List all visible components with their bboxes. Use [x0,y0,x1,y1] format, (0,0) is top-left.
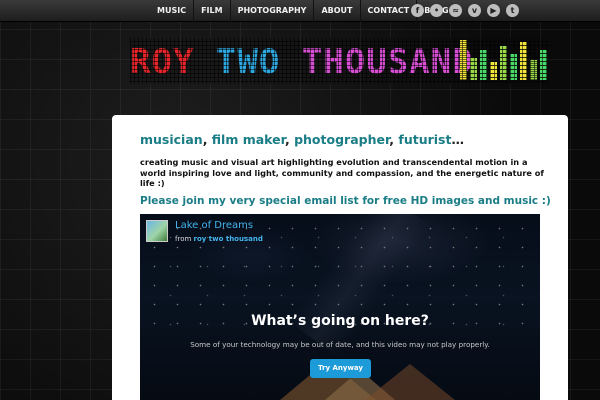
main-content: musician, film maker, photographer, futu… [112,115,568,400]
twitter-icon[interactable]: t [506,4,519,17]
video-author-avatar[interactable] [146,220,168,242]
video-player[interactable]: Lake of Dreams from roy two thousand Wha… [140,214,540,400]
role-film-maker-link[interactable]: film maker [212,132,285,147]
main-nav: MUSIC FILM PHOTOGRAPHY ABOUT CONTACT BLO… [150,0,456,22]
logo-word-two: TWO [215,42,281,82]
email-signup-link[interactable]: Please join my very special email list f… [140,194,551,208]
nav-contact[interactable]: CONTACT [361,0,418,22]
site-logo[interactable]: ROY TWO THOUSAND [130,38,550,84]
video-byline: from roy two thousand [175,235,263,243]
video-title[interactable]: Lake of Dreams [175,220,253,231]
role-musician-link[interactable]: musician [140,132,203,147]
nav-about[interactable]: ABOUT [314,0,361,22]
roles-tagline: musician, film maker, photographer, futu… [140,132,464,147]
equalizer-bar [500,46,507,80]
video-from-prefix: from [175,235,192,243]
social-links: f • ≈ v ▶ t [411,4,519,17]
nav-music[interactable]: MUSIC [150,0,195,22]
role-photographer-link[interactable]: photographer [294,132,389,147]
soundcloud-icon[interactable]: ≈ [449,4,462,17]
video-error-message: Some of your technology may be out of da… [190,340,490,349]
equalizer-bar [490,62,497,80]
nav-film[interactable]: FILM [194,0,231,22]
equalizer-bar [460,40,467,80]
vimeo-icon[interactable]: v [468,4,481,17]
video-error-heading: What’s going on here? [251,313,429,329]
equalizer-icon [460,38,550,84]
role-futurist-link[interactable]: futurist [398,132,451,147]
try-anyway-button[interactable]: Try Anyway [310,359,371,378]
intro-text: creating music and visual art highlighti… [140,157,544,188]
nav-photography[interactable]: PHOTOGRAPHY [231,0,315,22]
equalizer-bar [540,50,547,80]
facebook-icon[interactable]: f [411,4,424,17]
flickr-icon[interactable]: • [430,4,443,17]
equalizer-bar [480,50,487,80]
equalizer-bar [470,58,477,80]
equalizer-bar [520,42,527,80]
video-author-link[interactable]: roy two thousand [194,235,263,243]
equalizer-bar [510,54,517,80]
top-navigation-bar: MUSIC FILM PHOTOGRAPHY ABOUT CONTACT BLO… [0,0,600,22]
logo-word-thousand: THOUSAND [301,42,474,82]
youtube-icon[interactable]: ▶ [487,4,500,17]
logo-wordmark: ROY TWO THOUSAND [130,42,474,82]
equalizer-bar [530,60,537,80]
logo-word-roy: ROY [130,42,195,82]
